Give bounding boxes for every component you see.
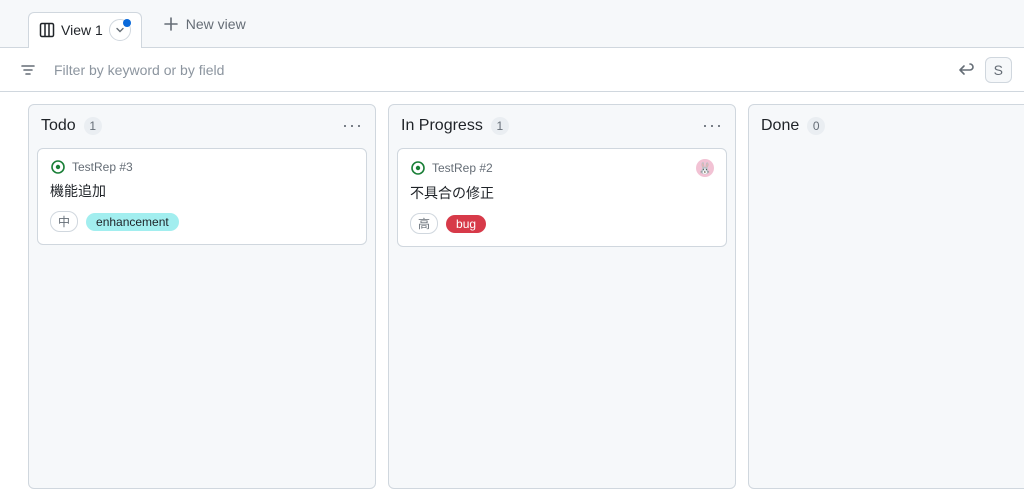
priority-chip: 高 — [410, 213, 438, 234]
column-title: In Progress — [401, 117, 483, 135]
open-issue-icon — [410, 160, 426, 176]
card-title: 機能追加 — [50, 181, 354, 201]
column-count: 1 — [84, 117, 102, 135]
card-repo-ref: TestRep #3 — [72, 160, 133, 174]
tab-view1[interactable]: View 1 — [28, 12, 142, 48]
new-view-button[interactable]: New view — [164, 16, 246, 32]
revert-icon[interactable] — [957, 61, 975, 79]
filter-icon[interactable] — [20, 62, 36, 78]
filter-bar: S — [0, 48, 1024, 92]
caret-down-icon — [116, 26, 124, 34]
label-chip: enhancement — [86, 213, 179, 231]
column-body: TestRep #3 機能追加中 enhancement — [29, 144, 375, 488]
filter-actions: S — [957, 57, 1012, 83]
unsaved-dot-icon — [123, 19, 131, 27]
views-tabbar: View 1 New view — [0, 0, 1024, 48]
card[interactable]: TestRep #2 🐰 不具合の修正高 bug — [397, 148, 727, 247]
column-header: Done0··· — [749, 105, 1024, 144]
board: Todo 1 ··· TestRep #3 機能追加中 enhancement In Pro… — [0, 92, 1024, 501]
card-title: 不具合の修正 — [410, 183, 714, 203]
column-inprogress: In Progress 1 ··· TestRep #2 🐰 不具合の修正高 bug — [388, 104, 736, 489]
column-title: Todo — [41, 117, 76, 135]
column-done: Done0··· — [748, 104, 1024, 489]
priority-chip: 中 — [50, 211, 78, 232]
column-todo: Todo 1 ··· TestRep #3 機能追加中 enhancement — [28, 104, 376, 489]
card-repo-ref: TestRep #2 — [432, 161, 493, 175]
tab-dropdown-chip[interactable] — [109, 19, 131, 41]
column-header: Todo 1 ··· — [29, 105, 375, 144]
card[interactable]: TestRep #3 機能追加中 enhancement — [37, 148, 367, 245]
column-count: 0 — [807, 117, 825, 135]
tab-label: View 1 — [61, 22, 103, 38]
avatar: 🐰 — [696, 159, 714, 177]
column-menu-button[interactable]: ··· — [702, 115, 723, 136]
board-icon — [39, 22, 55, 38]
save-button[interactable]: S — [985, 57, 1012, 83]
new-view-label: New view — [186, 16, 246, 32]
column-body — [749, 144, 1024, 488]
card-head: TestRep #3 — [50, 159, 354, 175]
column-body: TestRep #2 🐰 不具合の修正高 bug — [389, 144, 735, 488]
card-head: TestRep #2 🐰 — [410, 159, 714, 177]
plus-icon — [164, 17, 178, 31]
column-menu-button[interactable]: ··· — [342, 115, 363, 136]
column-header: In Progress 1 ··· — [389, 105, 735, 144]
open-issue-icon — [50, 159, 66, 175]
filter-input[interactable] — [52, 61, 941, 79]
label-chip: bug — [446, 215, 486, 233]
card-labels: 中 enhancement — [50, 211, 354, 232]
card-labels: 高 bug — [410, 213, 714, 234]
column-title: Done — [761, 117, 799, 135]
column-count: 1 — [491, 117, 509, 135]
